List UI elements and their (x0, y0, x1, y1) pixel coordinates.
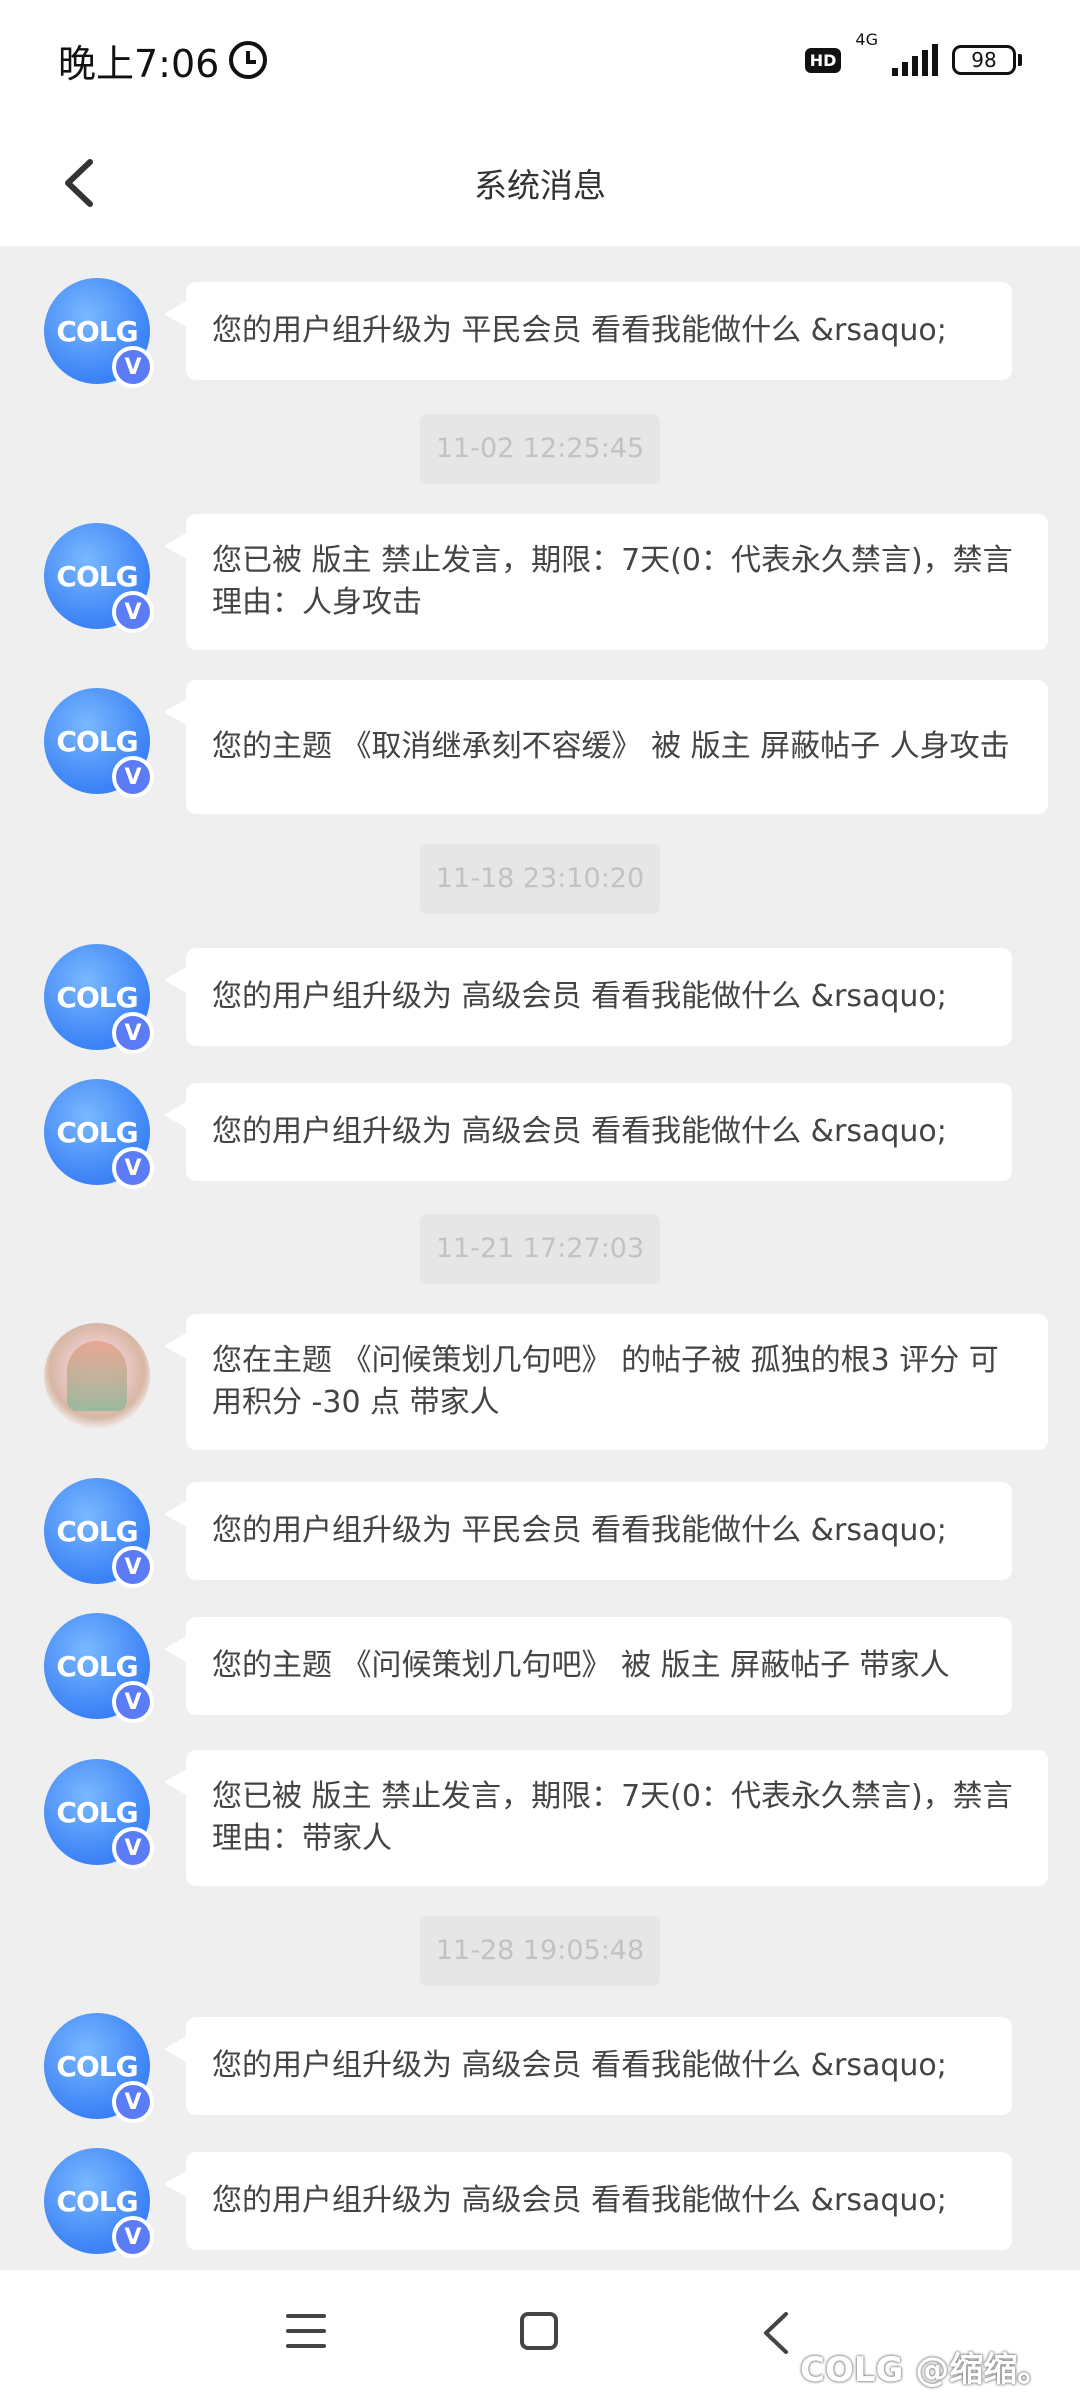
colg-logo: COLG (56, 724, 138, 758)
message-text: 您已被 版主 禁止发言，期限：7天(0：代表永久禁言)，禁言理由：人身攻击 (212, 543, 1013, 620)
hd-icon: HD (804, 47, 842, 73)
message-text: 您的用户组升级为 高级会员 看看我能做什么 &rsaquo; (212, 1114, 947, 1149)
alarm-icon (229, 41, 268, 79)
message-bubble[interactable]: 您的主题 《问候策划几句吧》 被 版主 屏蔽帖子 带家人 (164, 1617, 1012, 1715)
verified-badge-icon: V (112, 2081, 154, 2123)
watermark: COLG @缩缩。 (800, 2350, 1052, 2390)
colg-logo: COLG (56, 2049, 138, 2083)
message-row: COLG V 您的用户组升级为 高级会员 看看我能做什么 &rsaquo; (0, 2013, 1080, 2123)
back-nav-icon[interactable] (756, 2308, 796, 2358)
system-avatar[interactable]: COLG V (44, 1079, 154, 1189)
verified-badge-icon: V (112, 1681, 154, 1723)
user-avatar[interactable] (44, 1323, 150, 1429)
verified-badge-icon: V (112, 756, 154, 798)
timestamp-label: 11-18 23:10:20 (419, 844, 661, 914)
message-row: COLG V 您的主题 《取消继承刻不容缓》 被 版主 屏蔽帖子 人身攻击 (0, 680, 1080, 814)
message-bubble[interactable]: 您的用户组升级为 高级会员 看看我能做什么 &rsaquo; (164, 2152, 1012, 2250)
page-title: 系统消息 (474, 166, 606, 205)
message-bubble[interactable]: 您已被 版主 禁止发言，期限：7天(0：代表永久禁言)，禁言理由：带家人 (164, 1750, 1048, 1886)
colg-logo: COLG (56, 2184, 138, 2218)
message-text: 您的用户组升级为 高级会员 看看我能做什么 &rsaquo; (212, 2048, 947, 2083)
message-text: 您的用户组升级为 平民会员 看看我能做什么 &rsaquo; (212, 1513, 947, 1548)
colg-logo: COLG (56, 980, 138, 1014)
message-bubble[interactable]: 您在主题 《问候策划几句吧》 的帖子被 孤独的根3 评分 可用积分 -30 点 … (164, 1314, 1048, 1450)
message-row: 您在主题 《问候策划几句吧》 的帖子被 孤独的根3 评分 可用积分 -30 点 … (0, 1314, 1080, 1450)
colg-logo: COLG (56, 1795, 138, 1829)
verified-badge-icon: V (112, 1012, 154, 1054)
message-bubble[interactable]: 您的用户组升级为 平民会员 看看我能做什么 &rsaquo; (164, 1482, 1012, 1580)
colg-logo: COLG (56, 1649, 138, 1683)
system-avatar[interactable]: COLG V (44, 2148, 154, 2258)
system-avatar[interactable]: COLG V (44, 1478, 154, 1588)
home-icon[interactable] (520, 2312, 558, 2350)
system-avatar[interactable]: COLG V (44, 944, 154, 1054)
verified-badge-icon: V (112, 2216, 154, 2258)
message-row: COLG V 您的用户组升级为 高级会员 看看我能做什么 &rsaquo; (0, 1079, 1080, 1189)
colg-logo: COLG (56, 314, 138, 348)
timestamp-label: 11-21 17:27:03 (419, 1214, 661, 1284)
avatar-image (67, 1341, 127, 1411)
message-row: COLG V 您的用户组升级为 高级会员 看看我能做什么 &rsaquo; (0, 2148, 1080, 2258)
message-row: COLG V 您已被 版主 禁止发言，期限：7天(0：代表永久禁言)，禁言理由：带家… (0, 1750, 1080, 1886)
signal-strength-icon (892, 44, 938, 76)
system-avatar[interactable]: COLG V (44, 1759, 154, 1869)
verified-badge-icon: V (112, 1147, 154, 1189)
system-avatar[interactable]: COLG V (44, 688, 154, 798)
message-row: COLG V 您的主题 《问候策划几句吧》 被 版主 屏蔽帖子 带家人 (0, 1613, 1080, 1723)
network-type-label: 4G (855, 30, 878, 49)
message-text: 您的用户组升级为 平民会员 看看我能做什么 &rsaquo; (212, 313, 947, 348)
message-row: COLG V 您的用户组升级为 平民会员 看看我能做什么 &rsaquo; (0, 1478, 1080, 1588)
message-bubble[interactable]: 您的用户组升级为 平民会员 看看我能做什么 &rsaquo; (164, 282, 1012, 380)
message-text: 您的用户组升级为 高级会员 看看我能做什么 &rsaquo; (212, 2183, 947, 2218)
message-row: COLG V 您的用户组升级为 平民会员 看看我能做什么 &rsaquo; (0, 278, 1080, 388)
system-avatar[interactable]: COLG V (44, 1613, 154, 1723)
system-navigation-bar: COLG @缩缩。 (0, 2270, 1080, 2400)
battery-icon: 98 (952, 45, 1022, 75)
message-row: COLG V 您的用户组升级为 高级会员 看看我能做什么 &rsaquo; (0, 944, 1080, 1054)
system-avatar[interactable]: COLG V (44, 2013, 154, 2123)
verified-badge-icon: V (112, 1827, 154, 1869)
message-text: 您已被 版主 禁止发言，期限：7天(0：代表永久禁言)，禁言理由：带家人 (212, 1779, 1013, 1856)
message-text: 您在主题 《问候策划几句吧》 的帖子被 孤独的根3 评分 可用积分 -30 点 … (212, 1343, 999, 1420)
message-row: COLG V 您已被 版主 禁止发言，期限：7天(0：代表永久禁言)，禁言理由：人身… (0, 514, 1080, 650)
message-bubble[interactable]: 您的主题 《取消继承刻不容缓》 被 版主 屏蔽帖子 人身攻击 (164, 680, 1048, 814)
colg-logo: COLG (56, 559, 138, 593)
menu-icon[interactable] (286, 2314, 326, 2350)
status-left: 晚上7:06 (58, 33, 268, 88)
message-bubble[interactable]: 您的用户组升级为 高级会员 看看我能做什么 &rsaquo; (164, 2017, 1012, 2115)
colg-logo: COLG (56, 1115, 138, 1149)
message-bubble[interactable]: 您的用户组升级为 高级会员 看看我能做什么 &rsaquo; (164, 948, 1012, 1046)
message-text: 您的主题 《取消继承刻不容缓》 被 版主 屏蔽帖子 人身攻击 (212, 729, 1010, 764)
battery-level: 98 (952, 45, 1016, 75)
timestamp-label: 11-28 19:05:48 (419, 1916, 661, 1986)
system-avatar[interactable]: COLG V (44, 523, 154, 633)
back-button[interactable] (48, 148, 118, 218)
system-avatar[interactable]: COLG V (44, 278, 154, 388)
message-list[interactable]: COLG V 您的用户组升级为 平民会员 看看我能做什么 &rsaquo; 11-02… (0, 246, 1080, 2270)
clock-time: 晚上7:06 (58, 41, 220, 86)
message-bubble[interactable]: 您的用户组升级为 高级会员 看看我能做什么 &rsaquo; (164, 1083, 1012, 1181)
timestamp-label: 11-02 12:25:45 (419, 414, 661, 484)
verified-badge-icon: V (112, 1546, 154, 1588)
message-bubble[interactable]: 您已被 版主 禁止发言，期限：7天(0：代表永久禁言)，禁言理由：人身攻击 (164, 514, 1048, 650)
status-bar: 晚上7:06 HD 4G 98 (0, 0, 1080, 120)
message-text: 您的主题 《问候策划几句吧》 被 版主 屏蔽帖子 带家人 (212, 1648, 950, 1683)
message-text: 您的用户组升级为 高级会员 看看我能做什么 &rsaquo; (212, 979, 947, 1014)
colg-logo: COLG (56, 1514, 138, 1548)
header-bar: 系统消息 (0, 120, 1080, 246)
verified-badge-icon: V (112, 346, 154, 388)
status-right: HD 4G 98 (804, 30, 1022, 76)
verified-badge-icon: V (112, 591, 154, 633)
